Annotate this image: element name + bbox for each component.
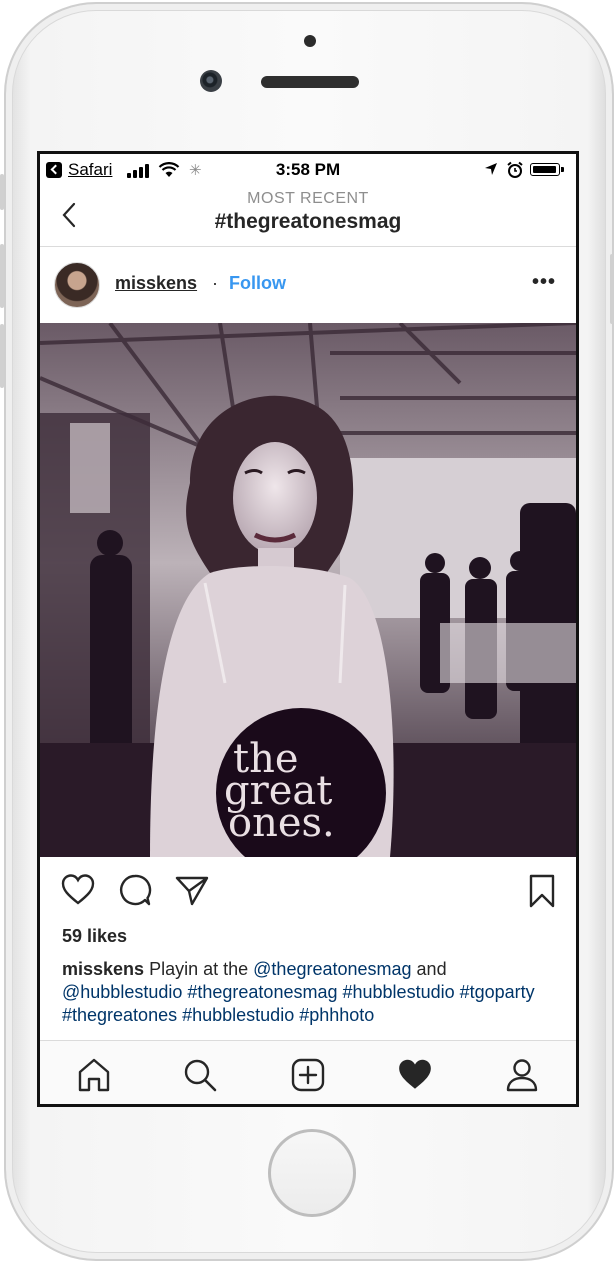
alarm-icon xyxy=(507,161,523,178)
screen: Safari ✳ 3:58 PM MOST RECENT #thegreaton… xyxy=(37,151,579,1107)
post-caption: misskens Playin at the @thegreatonesmag … xyxy=(62,958,562,1027)
earpiece-speaker xyxy=(261,76,359,88)
post-actions xyxy=(40,857,576,923)
status-bar: Safari ✳ 3:58 PM xyxy=(40,154,576,186)
like-heart-icon[interactable] xyxy=(60,873,96,907)
nav-bar: MOST RECENT #thegreatonesmag xyxy=(40,186,576,247)
logo-line-3: ones. xyxy=(228,800,335,846)
share-direct-icon[interactable] xyxy=(174,873,210,907)
caption-mention[interactable]: @thegreatonesmag xyxy=(253,959,411,979)
new-post-icon[interactable] xyxy=(290,1057,326,1093)
caption-hashtag[interactable]: #thegreatones xyxy=(62,1005,177,1025)
proximity-sensor xyxy=(304,35,316,47)
mute-switch xyxy=(0,174,4,210)
avatar[interactable] xyxy=(54,262,100,308)
caption-text: Playin at the xyxy=(149,959,249,979)
caption-hashtag[interactable]: #hubblestudio xyxy=(182,1005,294,1025)
search-icon[interactable] xyxy=(182,1057,218,1093)
power-button xyxy=(610,254,614,324)
home-button[interactable] xyxy=(268,1129,356,1217)
profile-icon[interactable] xyxy=(504,1057,540,1093)
caption-author[interactable]: misskens xyxy=(62,959,144,979)
follow-button[interactable]: Follow xyxy=(229,273,286,294)
caption-and: and xyxy=(416,959,447,979)
caption-mention[interactable]: @hubblestudio xyxy=(62,982,182,1002)
page-subtitle: MOST RECENT xyxy=(247,190,369,207)
activity-heart-icon[interactable] xyxy=(396,1057,434,1093)
save-bookmark-icon[interactable] xyxy=(528,873,556,909)
location-icon xyxy=(485,163,497,175)
caption-hashtag[interactable]: #hubblestudio xyxy=(343,982,455,1002)
likes-count[interactable]: 59 likes xyxy=(62,926,127,947)
caption-hashtag[interactable]: #thegreatonesmag xyxy=(187,982,337,1002)
page-title: #thegreatonesmag xyxy=(214,210,402,233)
caption-hashtag[interactable]: #phhhoto xyxy=(299,1005,374,1025)
volume-down-button xyxy=(0,324,4,388)
separator-dot: · xyxy=(212,273,218,293)
post-image[interactable]: the great ones. xyxy=(40,323,576,857)
front-camera xyxy=(200,70,222,92)
tab-bar xyxy=(40,1040,576,1104)
post-username[interactable]: misskens xyxy=(115,273,197,294)
caption-hashtag[interactable]: #tgoparty xyxy=(460,982,535,1002)
volume-up-button xyxy=(0,244,4,308)
more-options-icon[interactable]: ••• xyxy=(532,271,556,294)
comment-icon[interactable] xyxy=(118,873,152,907)
home-icon[interactable] xyxy=(76,1057,112,1093)
battery-icon xyxy=(530,163,564,176)
post-header: misskens · Follow ••• xyxy=(40,247,576,319)
